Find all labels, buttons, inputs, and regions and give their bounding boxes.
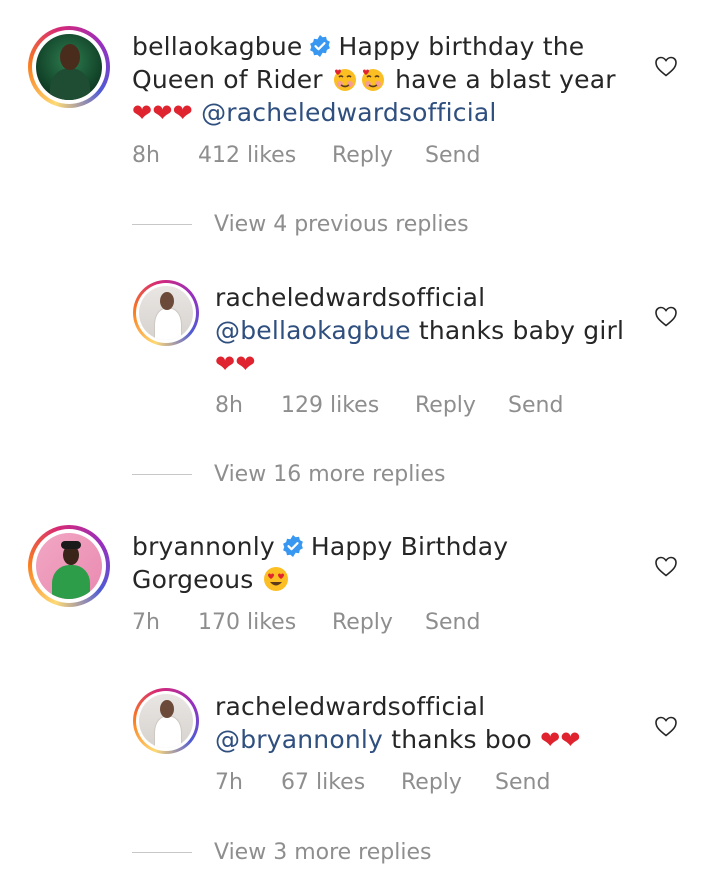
verified-badge-icon <box>282 535 303 557</box>
likes-count[interactable]: 67 likes <box>281 770 401 795</box>
avatar-racheledwardsofficial[interactable] <box>133 688 199 754</box>
comment-text-line3: have a blast year <box>395 65 616 94</box>
comment-username[interactable]: bryannonly <box>132 532 275 561</box>
red-heart-emoji: ❤ <box>152 99 173 127</box>
red-heart-emoji: ❤ <box>132 99 153 127</box>
comment-time: 7h <box>132 610 160 635</box>
comment-text-line2: Gorgeous <box>132 565 254 594</box>
red-heart-emoji: ❤ <box>172 99 193 127</box>
comment-meta: 7h 170 likes Reply Send <box>132 610 480 635</box>
view-replies-link[interactable]: View 4 previous replies <box>132 212 469 237</box>
reply-time: 7h <box>215 770 243 795</box>
reply-button[interactable]: Reply <box>332 610 425 635</box>
likes-count[interactable]: 129 likes <box>281 393 415 418</box>
mention-link[interactable]: @bellaokagbue <box>215 316 411 345</box>
likes-count[interactable]: 412 likes <box>198 143 332 168</box>
reply-button[interactable]: Reply <box>332 143 425 168</box>
red-heart-emoji: ❤ <box>215 350 236 378</box>
view-replies-label[interactable]: View 3 more replies <box>214 840 431 865</box>
view-replies-label[interactable]: View 16 more replies <box>214 462 445 487</box>
heart-outline-icon[interactable] <box>654 715 678 737</box>
smiling-face-with-hearts-emoji <box>361 69 384 91</box>
reply-text: racheledwardsofficial @bellaokagbue than… <box>215 281 655 381</box>
reply-meta: 8h 129 likes Reply Send <box>215 393 563 418</box>
likes-count[interactable]: 170 likes <box>198 610 332 635</box>
red-heart-emoji: ❤ <box>540 726 561 754</box>
reply-text: racheledwardsofficial @bryannonly thanks… <box>215 690 655 757</box>
red-heart-emoji: ❤ <box>560 726 581 754</box>
comment-text: bellaokagbue Happy birthday the Queen of … <box>132 30 652 130</box>
reply-meta: 7h 67 likes Reply Send <box>215 770 550 795</box>
send-button[interactable]: Send <box>425 143 480 168</box>
mention-link[interactable]: @bryannonly <box>215 725 383 754</box>
comment-text-line1: Happy Birthday <box>310 532 509 561</box>
send-button[interactable]: Send <box>425 610 480 635</box>
heart-outline-icon[interactable] <box>654 55 678 77</box>
send-button[interactable]: Send <box>508 393 563 418</box>
reply-username[interactable]: racheledwardsofficial <box>215 692 485 721</box>
comment-text: bryannonly Happy Birthday Gorgeous <box>132 530 652 596</box>
send-button[interactable]: Send <box>495 770 550 795</box>
comment-username[interactable]: bellaokagbue <box>132 32 302 61</box>
red-heart-emoji: ❤ <box>235 350 256 378</box>
divider-line <box>132 852 192 853</box>
mention-link[interactable]: @racheledwardsofficial <box>201 98 496 127</box>
reply-body: thanks baby girl <box>418 316 625 345</box>
comment-text-line2: Queen of Rider <box>132 65 323 94</box>
smiling-face-with-hearts-emoji <box>333 69 356 91</box>
verified-badge-icon <box>310 35 331 57</box>
reply-button[interactable]: Reply <box>401 770 495 795</box>
reply-username[interactable]: racheledwardsofficial <box>215 283 485 312</box>
avatar-bellaokagbue[interactable] <box>28 26 110 108</box>
view-replies-label[interactable]: View 4 previous replies <box>214 212 469 237</box>
reply-body: thanks boo <box>391 725 532 754</box>
heart-eyes-emoji <box>263 567 288 591</box>
view-replies-link[interactable]: View 3 more replies <box>132 840 431 865</box>
heart-outline-icon[interactable] <box>654 555 678 577</box>
heart-outline-icon[interactable] <box>654 305 678 327</box>
divider-line <box>132 224 192 225</box>
comment-meta: 8h 412 likes Reply Send <box>132 143 480 168</box>
reply-time: 8h <box>215 393 243 418</box>
view-replies-link[interactable]: View 16 more replies <box>132 462 445 487</box>
avatar-racheledwardsofficial[interactable] <box>133 280 199 346</box>
reply-button[interactable]: Reply <box>415 393 508 418</box>
comment-time: 8h <box>132 143 160 168</box>
avatar-bryannonly[interactable] <box>28 525 110 607</box>
comment-text-line1: Happy birthday the <box>338 32 585 61</box>
divider-line <box>132 474 192 475</box>
